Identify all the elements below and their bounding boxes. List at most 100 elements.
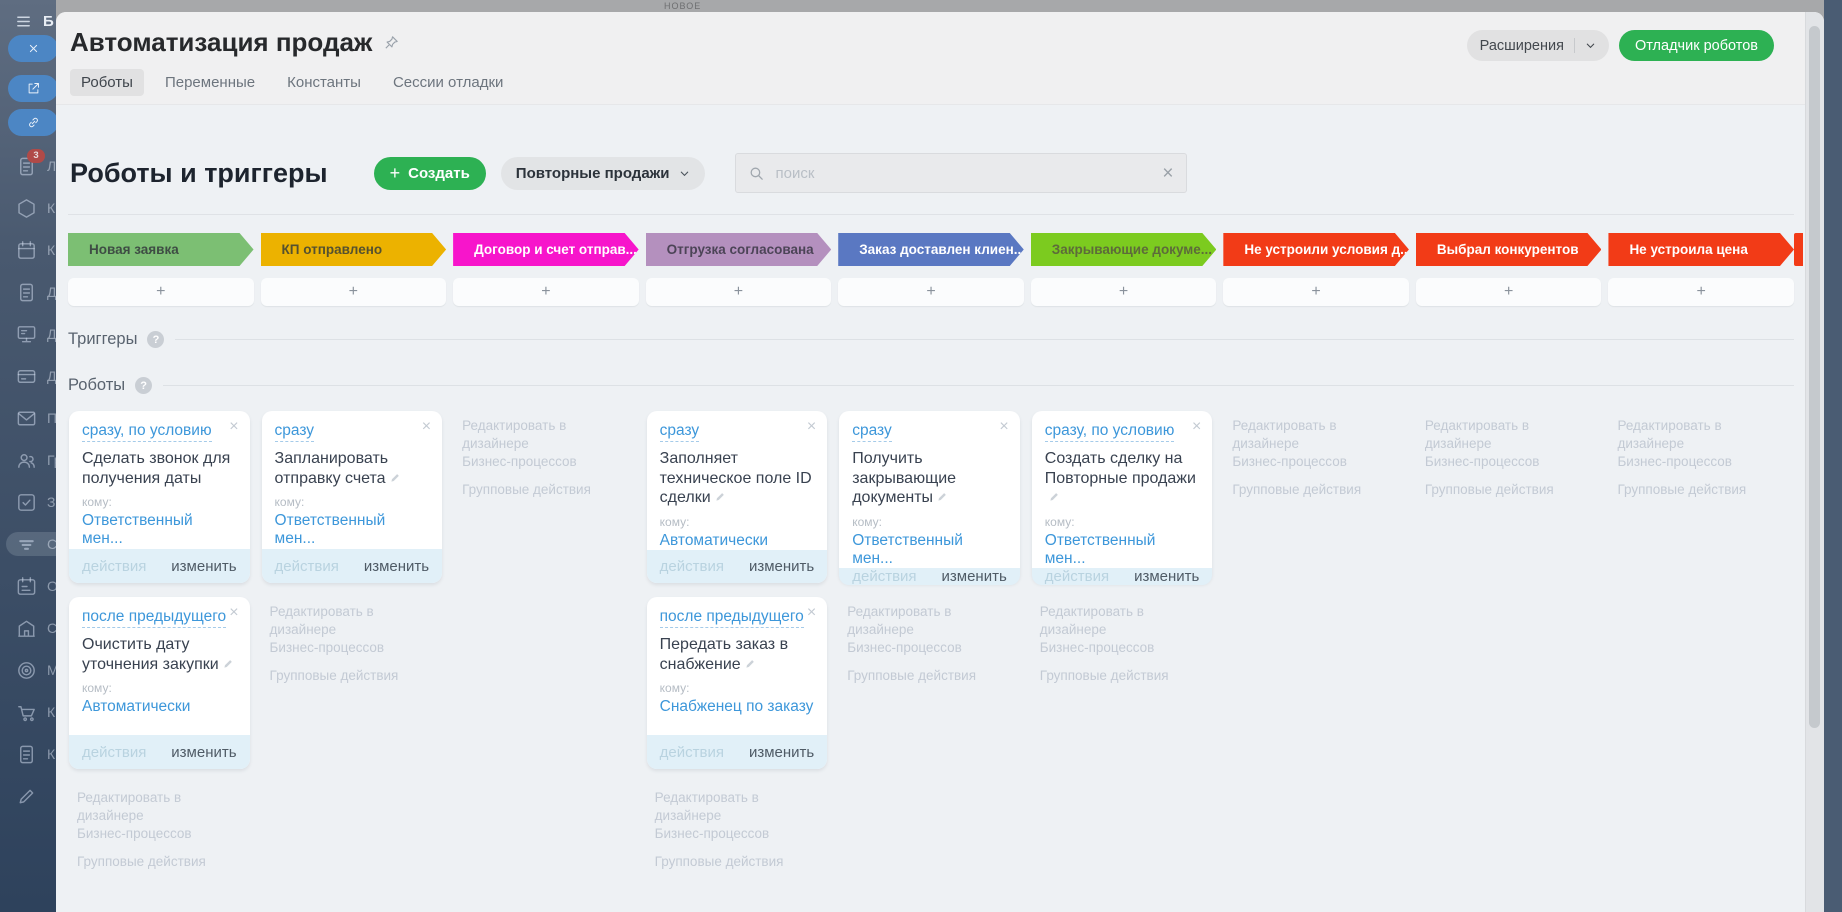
group-actions-link[interactable]: Групповые действия [462, 481, 635, 499]
sidebar-item-С[interactable]: С [0, 616, 56, 640]
edit-pencil-icon[interactable] [389, 471, 402, 484]
close-icon[interactable]: × [1192, 419, 1201, 435]
help-icon[interactable]: ? [135, 377, 153, 394]
actions-link[interactable]: действия [82, 744, 146, 761]
sidebar-item-Гр[interactable]: Гр [0, 448, 56, 472]
sidebar-item-К[interactable]: К [0, 238, 56, 262]
tab-constants[interactable]: Константы [276, 69, 372, 96]
sidebar-pill-external-link[interactable] [8, 75, 56, 102]
robot-assignee-link[interactable]: Ответственный мен... [852, 532, 1007, 568]
stage-chevron-3[interactable]: Договор и счет отправ... [453, 231, 639, 268]
edit-link[interactable]: изменить [171, 558, 236, 575]
add-robot-button-4[interactable]: + [645, 278, 832, 306]
close-icon[interactable]: × [422, 419, 431, 435]
edit-link[interactable]: изменить [364, 558, 429, 575]
add-robot-button-8[interactable]: + [1415, 278, 1602, 306]
sidebar-item-М[interactable]: М [0, 658, 56, 682]
stage-chevron-6[interactable]: Закрывающие докуме... [1031, 231, 1217, 268]
edit-pencil-icon[interactable] [222, 657, 235, 670]
designer-edit-link[interactable]: Редактировать в дизайнере Бизнес-процессо… [1040, 603, 1213, 656]
sidebar-item-blank[interactable] [0, 784, 56, 808]
designer-edit-link[interactable]: Редактировать в дизайнере Бизнес-процессо… [655, 789, 828, 842]
robot-assignee-link[interactable]: Ответственный мен... [1045, 532, 1200, 568]
designer-edit-link[interactable]: Редактировать в дизайнере Бизнес-процессо… [77, 789, 250, 842]
edit-link[interactable]: изменить [749, 558, 814, 575]
designer-edit-link[interactable]: Редактировать в дизайнере Бизнес-процессо… [1617, 417, 1790, 470]
actions-link[interactable]: действия [1045, 568, 1109, 585]
tab-debug-sessions[interactable]: Сессии отладки [382, 69, 514, 96]
robot-trigger-type-link[interactable]: сразу [659, 422, 700, 442]
edit-pencil-icon[interactable] [714, 490, 727, 503]
add-robot-button-5[interactable]: + [838, 278, 1024, 306]
stage-chevron-7[interactable]: Не устроили условия д... [1223, 231, 1409, 268]
tab-robots[interactable]: Роботы [70, 69, 144, 96]
actions-link[interactable]: действия [660, 744, 724, 761]
close-icon[interactable]: × [999, 419, 1008, 435]
actions-link[interactable]: действия [275, 558, 339, 575]
close-icon[interactable]: × [807, 605, 816, 621]
group-actions-link[interactable]: Групповые действия [1232, 481, 1405, 499]
search-box[interactable]: × [734, 153, 1187, 193]
robot-trigger-type-link[interactable]: после предыдущего [659, 608, 804, 628]
add-robot-button-6[interactable]: + [1030, 278, 1217, 306]
robot-assignee-link[interactable]: Автоматически [660, 532, 815, 550]
search-input[interactable] [773, 163, 1154, 183]
robot-trigger-type-link[interactable]: сразу, по условию [1044, 422, 1175, 442]
sidebar-item-О[interactable]: О [0, 574, 56, 598]
close-icon[interactable]: × [229, 605, 238, 621]
add-robot-button-2[interactable]: + [260, 278, 447, 306]
stage-chevron-5[interactable]: Заказ доставлен клиен... [838, 231, 1024, 268]
extensions-button[interactable]: Расширения [1466, 30, 1609, 61]
sidebar-item-Д[interactable]: Д [0, 322, 56, 346]
group-actions-link[interactable]: Групповые действия [1040, 667, 1213, 685]
add-robot-button-1[interactable]: + [68, 278, 254, 306]
add-robot-button-9[interactable]: + [1608, 278, 1794, 306]
scrollbar-thumb[interactable] [1809, 26, 1820, 728]
add-robot-button-7[interactable]: + [1223, 278, 1409, 306]
robot-debugger-button[interactable]: Отладчик роботов [1618, 30, 1774, 61]
stage-chevron-9[interactable]: Не устроила цена [1608, 231, 1794, 268]
sidebar-pill-close[interactable] [8, 35, 56, 62]
edit-pencil-icon[interactable] [1048, 490, 1061, 503]
tab-variables[interactable]: Переменные [154, 69, 266, 96]
robot-assignee-link[interactable]: Снабженец по заказу [660, 698, 815, 716]
edit-pencil-icon[interactable] [936, 490, 949, 503]
stage-chevron-2[interactable]: КП отправлено [261, 231, 447, 268]
close-icon[interactable]: × [229, 419, 238, 435]
sidebar-item-Д[interactable]: Д [0, 280, 56, 304]
pin-icon[interactable] [383, 34, 400, 51]
stage-chevron-1[interactable]: Новая заявка [68, 231, 254, 268]
edit-link[interactable]: изменить [942, 568, 1007, 585]
sidebar-item-К[interactable]: К [0, 700, 56, 724]
robot-trigger-type-link[interactable]: сразу, по условию [82, 422, 212, 442]
sidebar-item-С[interactable]: С [6, 532, 56, 556]
actions-link[interactable]: действия [82, 558, 146, 575]
funnel-dropdown[interactable]: Повторные продажи [500, 156, 705, 190]
actions-link[interactable]: действия [660, 558, 724, 575]
stage-chevron-8[interactable]: Выбрал конкурентов [1416, 231, 1602, 268]
robot-assignee-link[interactable]: Ответственный мен... [275, 512, 430, 548]
robot-assignee-link[interactable]: Ответственный мен... [82, 512, 237, 548]
group-actions-link[interactable]: Групповые действия [847, 667, 1020, 685]
sidebar-pill-link[interactable] [8, 109, 56, 136]
robot-trigger-type-link[interactable]: после предыдущего [82, 608, 227, 628]
group-actions-link[interactable]: Групповые действия [77, 853, 250, 871]
sidebar-item-К[interactable]: К [0, 742, 56, 766]
add-robot-button-3[interactable]: + [453, 278, 639, 306]
create-button[interactable]: + Создать [373, 156, 486, 190]
close-icon[interactable]: × [807, 419, 816, 435]
group-actions-link[interactable]: Групповые действия [1425, 481, 1598, 499]
stage-chevron-4[interactable]: Отгрузка согласована [646, 231, 832, 268]
designer-edit-link[interactable]: Редактировать в дизайнере Бизнес-процессо… [847, 603, 1020, 656]
sidebar-item-П[interactable]: П [0, 406, 56, 430]
group-actions-link[interactable]: Групповые действия [270, 667, 443, 685]
edit-link[interactable]: изменить [171, 744, 236, 761]
sidebar-item-Л[interactable]: 3Л [0, 148, 56, 178]
robot-trigger-type-link[interactable]: сразу [852, 422, 892, 442]
sidebar-item-З[interactable]: З [0, 490, 56, 514]
edit-pencil-icon[interactable] [744, 657, 757, 670]
sidebar-item-Д[interactable]: Д [0, 364, 56, 388]
designer-edit-link[interactable]: Редактировать в дизайнере Бизнес-процессо… [1232, 417, 1405, 470]
robot-trigger-type-link[interactable]: сразу [274, 422, 315, 442]
menu-icon[interactable] [15, 13, 32, 30]
